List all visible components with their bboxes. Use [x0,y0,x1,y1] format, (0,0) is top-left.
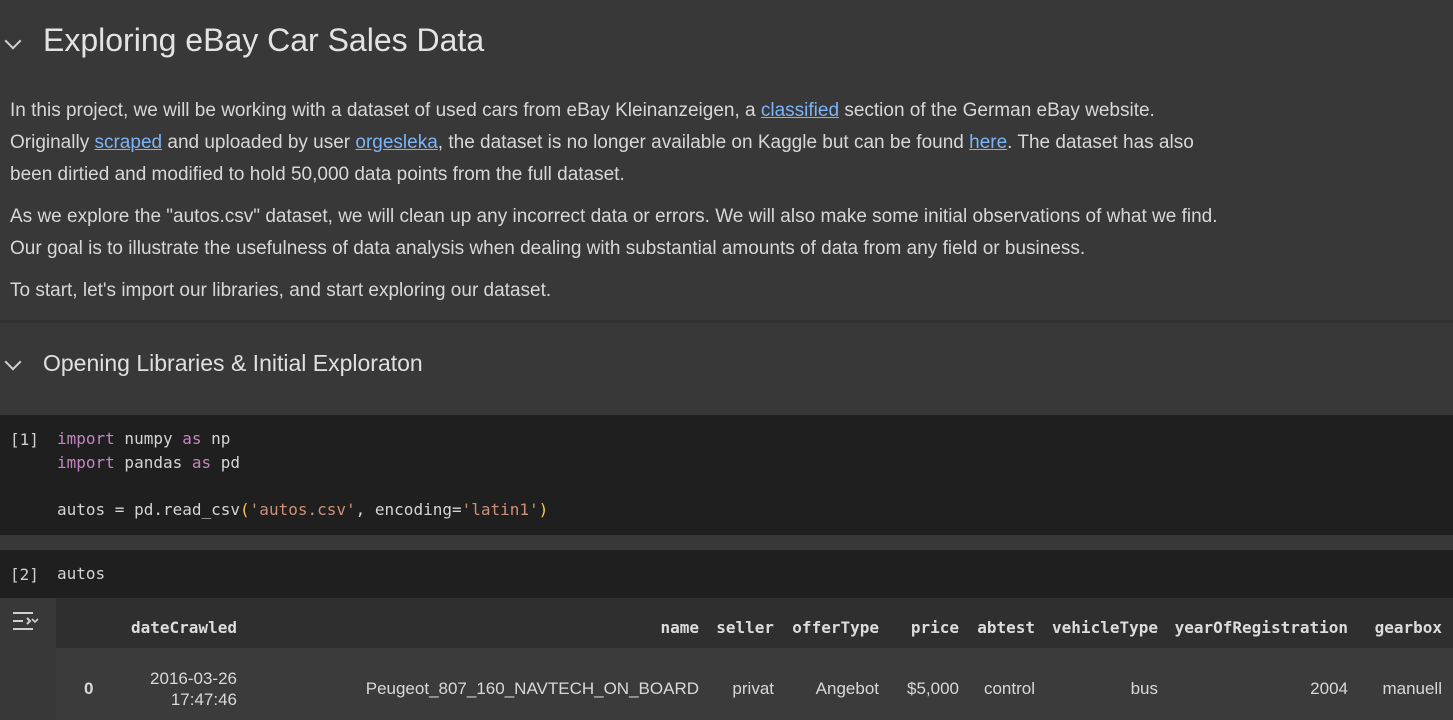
cell-price: $5,000 [907,679,959,698]
column-header-vehicleType[interactable]: vehicleType [1045,618,1158,637]
cell-dateCrawled-time: 17:47:46 [170,690,237,709]
column-header-offerType[interactable]: offerType [782,618,879,637]
keyword: as [191,453,212,472]
execution-count: [2] [10,565,39,584]
column-header-price[interactable]: price [895,618,959,637]
cell-abtest: control [983,679,1035,698]
text-span: section of the German eBay website. [839,100,1155,121]
cell-seller: privat [732,679,774,698]
intro-paragraph-2-line-2: Our goal is to illustrate the usefulness… [10,238,1086,259]
text-span: . The dataset has also [1007,132,1194,153]
code-text: pd [211,453,241,472]
page-title: Exploring eBay Car Sales Data [43,22,485,58]
intro-paragraph-1-line-1: In this project, we will be working with… [10,95,1155,127]
column-header-yearOfRegistration[interactable]: yearOfRegistration [1170,618,1348,637]
cell-yearOfRegistration: 2004 [1310,679,1348,698]
column-header-seller[interactable]: seller [710,618,774,637]
cell-offerType: Angebot [815,679,879,698]
section-heading: Opening Libraries & Initial Exploraton [43,350,423,376]
code-line: autos = pd.read_csv('autos.csv', encodin… [57,500,548,519]
code-line: import pandas as pd [57,453,240,472]
collapse-chevron-icon[interactable] [4,353,22,371]
text-span: In this project, we will be working with… [10,100,761,121]
code-line: import numpy as np [57,429,230,448]
code-text: numpy [114,429,183,448]
cell-name: Peugeot_807_160_NAVTECH_ON_BOARD [365,679,699,698]
section-divider [0,320,1453,323]
text-span: Originally [10,132,95,153]
string: 'autos.csv' [249,500,356,519]
output-toggle-icon[interactable] [11,609,39,633]
column-header-dateCrawled[interactable]: dateCrawled [131,618,237,637]
code-text: np [201,429,231,448]
paren: ( [240,500,250,519]
link-scraped[interactable]: scraped [94,132,162,153]
column-header-gearbox[interactable]: gearbox [1360,618,1442,637]
code-line: autos [57,564,106,583]
execution-count: [1] [10,430,39,449]
link-here[interactable]: here [969,132,1007,153]
keyword: as [182,429,202,448]
code-text: autos = pd.read_csv [57,500,241,519]
link-orgesleka[interactable]: orgesleka [355,132,437,153]
keyword: import [57,429,115,448]
cell-dateCrawled-date: 2016-03-26 [150,669,237,688]
intro-paragraph-1-line-3: been dirtied and modified to hold 50,000… [10,164,625,185]
paren: ) [538,500,549,519]
code-cell-2[interactable]: [2] autos [0,550,1453,598]
cell-vehicleType: bus [1130,679,1158,698]
cell-gearbox: manuell [1382,679,1442,698]
row-index: 0 [84,679,94,698]
intro-paragraph-3: To start, let's import our libraries, an… [10,280,552,301]
keyword: import [57,453,115,472]
link-classified[interactable]: classified [761,100,839,121]
intro-paragraph-2-line-1: As we explore the "autos.csv" dataset, w… [10,206,1218,227]
column-header-abtest[interactable]: abtest [970,618,1035,637]
cell-gap [0,535,1453,548]
code-cell-1[interactable]: [1] import numpy as np import pandas as … [0,415,1453,535]
code-text: pandas [114,453,192,472]
column-header-name[interactable]: name [580,618,699,637]
text-span: and uploaded by user [162,132,356,153]
code-text: , encoding= [355,500,462,519]
intro-paragraph-1-line-2: Originally scraped and uploaded by user … [10,127,1194,159]
text-span: , the dataset is no longer available on … [437,132,970,153]
string: 'latin1' [461,500,539,519]
